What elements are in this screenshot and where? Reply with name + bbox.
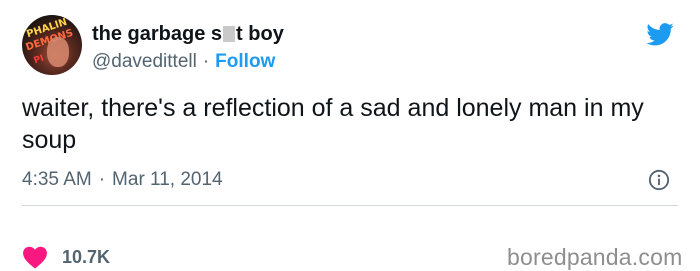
like-button[interactable]: 10.7K [22, 244, 110, 270]
tweet-card: PHALIN DEMONS PI the garbage s t boy @dav… [0, 0, 700, 270]
separator-dot: · [202, 51, 210, 72]
avatar-face [47, 37, 69, 67]
tweet-text: waiter, there's a reflection of a sad an… [22, 94, 644, 154]
display-name-start: the garbage s [92, 22, 223, 45]
tweet-time: 4:35 AM [22, 169, 92, 190]
divider [22, 205, 678, 206]
twitter-bird-icon[interactable] [643, 20, 677, 48]
tweet-date: Mar 11, 2014 [112, 169, 223, 190]
follow-link[interactable]: Follow [215, 51, 275, 73]
likes-count: 10.7K [62, 246, 111, 267]
censor-block [223, 26, 236, 42]
heart-icon [23, 246, 47, 269]
display-name[interactable]: the garbage s t boy [92, 22, 284, 46]
display-name-end: t boy [236, 22, 284, 45]
tweet-timestamp[interactable]: 4:35 AM · Mar 11, 2014 [22, 168, 223, 192]
avatar[interactable]: PHALIN DEMONS PI [22, 15, 82, 75]
info-icon[interactable] [648, 169, 670, 191]
avatar-neon-text: PI [32, 53, 46, 67]
user-handle[interactable]: @davedittell [92, 51, 197, 73]
handle-row: @davedittell · Follow [92, 50, 275, 74]
separator-dot: · [98, 169, 106, 190]
watermark: boredpanda.com [507, 244, 683, 270]
